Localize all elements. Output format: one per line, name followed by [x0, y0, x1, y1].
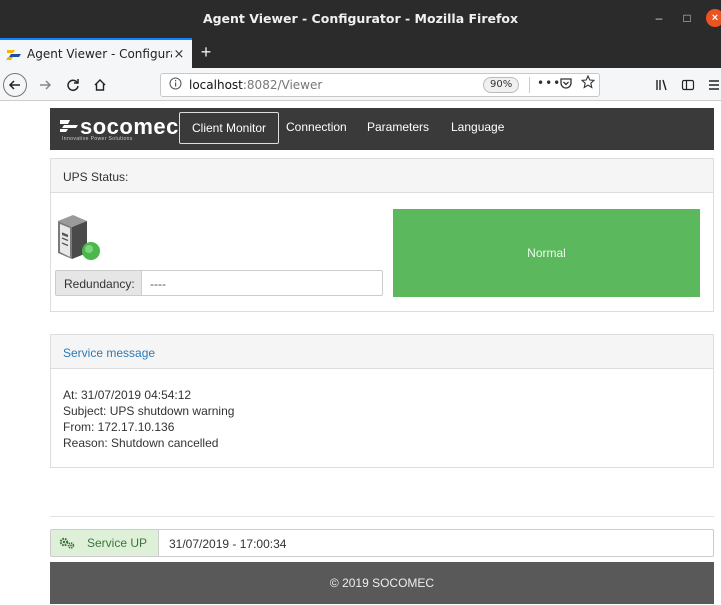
message-line-subject: Subject: UPS shutdown warning [63, 404, 235, 418]
url-host: localhost [189, 78, 243, 92]
ups-status-title: UPS Status: [51, 159, 713, 193]
pocket-icon[interactable] [559, 76, 573, 93]
tab-strip: Agent Viewer - Configura × + [0, 38, 721, 68]
url-text[interactable]: localhost:8082/Viewer [189, 78, 322, 92]
message-line-from: From: 172.17.10.136 [63, 420, 175, 434]
back-button[interactable] [3, 73, 27, 97]
content-divider [50, 516, 714, 517]
message-line-at: At: 31/07/2019 04:54:12 [63, 388, 192, 402]
gears-icon [59, 537, 75, 549]
zoom-badge[interactable]: 90% [483, 77, 520, 93]
logo-tagline: Innovative Power Solutions [62, 136, 133, 142]
library-button[interactable] [651, 74, 673, 96]
library-icon [656, 79, 667, 91]
nav-parameters[interactable]: Parameters [367, 120, 429, 134]
hamburger-icon [709, 80, 719, 90]
service-status-label: Service UP [87, 536, 148, 550]
ups-device-icon [58, 215, 100, 260]
app-header: socomec Innovative Power Solutions Clien… [50, 108, 714, 150]
forward-button[interactable] [34, 74, 56, 96]
service-message-panel: Service message At: 31/07/2019 04:54:12 … [50, 334, 714, 468]
ups-status-indicator: Normal [393, 209, 700, 297]
socomec-logo[interactable]: socomec Innovative Power Solutions [60, 114, 178, 144]
arrow-left-icon [8, 80, 20, 90]
tab-title: Agent Viewer - Configura [27, 47, 172, 61]
ups-status-panel: UPS Status: Redundancy: ---- Normal [50, 158, 714, 312]
info-icon[interactable] [167, 77, 183, 93]
close-window-button[interactable]: × [706, 9, 721, 27]
reload-icon [67, 79, 79, 92]
minimize-button[interactable]: – [651, 10, 667, 26]
maximize-button[interactable]: □ [679, 10, 695, 26]
url-path: :8082/Viewer [242, 78, 323, 92]
service-status-timestamp: 31/07/2019 - 17:00:34 [169, 537, 287, 551]
window-titlebar: Agent Viewer - Configurator - Mozilla Fi… [0, 0, 721, 38]
redundancy-field: Redundancy: ---- [55, 270, 383, 296]
sidebar-icon [681, 79, 695, 91]
socomec-favicon-icon [6, 50, 21, 60]
service-status-badge: Service UP [51, 530, 159, 556]
new-tab-button[interactable]: + [196, 42, 216, 62]
page-actions-icon[interactable]: ••• [537, 76, 561, 90]
close-tab-icon[interactable]: × [172, 47, 186, 62]
browser-tab[interactable]: Agent Viewer - Configura × [0, 38, 192, 68]
home-icon [94, 79, 106, 91]
browser-navbar: localhost:8082/Viewer 90% ••• [0, 68, 721, 101]
hamburger-menu-button[interactable] [703, 74, 721, 96]
window-title: Agent Viewer - Configurator - Mozilla Fi… [202, 11, 519, 26]
nav-language[interactable]: Language [451, 120, 504, 134]
service-status-bar: Service UP 31/07/2019 - 17:00:34 [50, 529, 714, 557]
address-bar[interactable]: localhost:8082/Viewer 90% ••• [160, 73, 600, 97]
sidebar-toggle-button[interactable] [677, 74, 699, 96]
home-button[interactable] [89, 74, 111, 96]
page-footer: © 2019 SOCOMEC [50, 562, 714, 604]
message-line-reason: Reason: Shutdown cancelled [63, 436, 219, 450]
reload-button[interactable] [62, 74, 84, 96]
service-message-body: At: 31/07/2019 04:54:12 Subject: UPS shu… [51, 369, 713, 469]
redundancy-value: ---- [150, 277, 166, 291]
bookmark-star-icon[interactable] [580, 74, 596, 93]
socomec-logo-mark-icon [60, 120, 78, 132]
nav-connection[interactable]: Connection [286, 120, 347, 134]
nav-client-monitor[interactable]: Client Monitor [179, 112, 280, 144]
arrow-right-icon [40, 80, 52, 90]
service-message-title: Service message [51, 335, 713, 369]
urlbar-divider [529, 77, 530, 93]
redundancy-label: Redundancy: [56, 271, 142, 295]
